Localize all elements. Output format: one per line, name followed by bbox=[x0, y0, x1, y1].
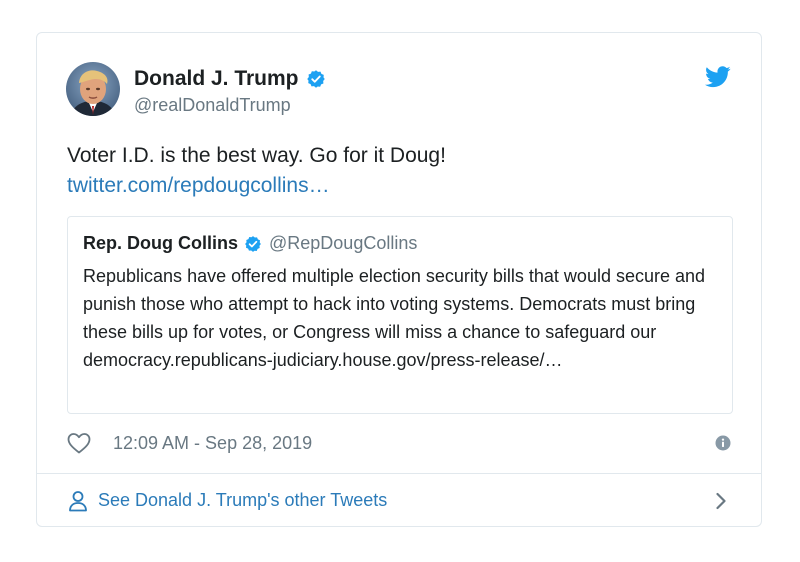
author-name-row[interactable]: Donald J. Trump bbox=[134, 67, 326, 91]
embedded-tweet-card: Donald J. Trump @realDonaldTrump Voter I… bbox=[36, 32, 762, 527]
verified-badge-icon bbox=[306, 69, 326, 89]
quoted-tweet[interactable]: Rep. Doug Collins @RepDougCollins Republ… bbox=[67, 216, 733, 414]
quoted-author-handle: @RepDougCollins bbox=[269, 233, 418, 253]
quoted-tweet-text: Republicans have offered multiple electi… bbox=[83, 266, 706, 370]
quoted-author-name: Rep. Doug Collins bbox=[83, 233, 238, 253]
heart-icon[interactable] bbox=[67, 432, 91, 454]
tweet-body: Voter I.D. is the best way. Go for it Do… bbox=[67, 141, 727, 201]
person-icon bbox=[68, 490, 88, 512]
twitter-bird-icon[interactable] bbox=[705, 66, 731, 88]
verified-badge-icon bbox=[244, 235, 262, 253]
tweet-link[interactable]: twitter.com/repdougcollins… bbox=[67, 171, 727, 201]
quoted-tweet-header: Rep. Doug Collins @RepDougCollins bbox=[83, 233, 417, 254]
see-other-tweets-label[interactable]: See Donald J. Trump's other Tweets bbox=[98, 490, 387, 511]
see-other-tweets-link[interactable]: See Donald J. Trump's other Tweets bbox=[37, 474, 761, 527]
author-handle[interactable]: @realDonaldTrump bbox=[134, 95, 291, 116]
avatar[interactable] bbox=[66, 62, 120, 116]
tweet-meta-row: 12:09 AM - Sep 28, 2019 bbox=[67, 430, 733, 456]
info-icon[interactable] bbox=[715, 435, 731, 451]
tweet-timestamp[interactable]: 12:09 AM - Sep 28, 2019 bbox=[113, 433, 312, 454]
tweet-text: Voter I.D. is the best way. Go for it Do… bbox=[67, 144, 446, 167]
author-display-name[interactable]: Donald J. Trump bbox=[134, 67, 299, 91]
chevron-right-icon[interactable] bbox=[715, 492, 727, 510]
